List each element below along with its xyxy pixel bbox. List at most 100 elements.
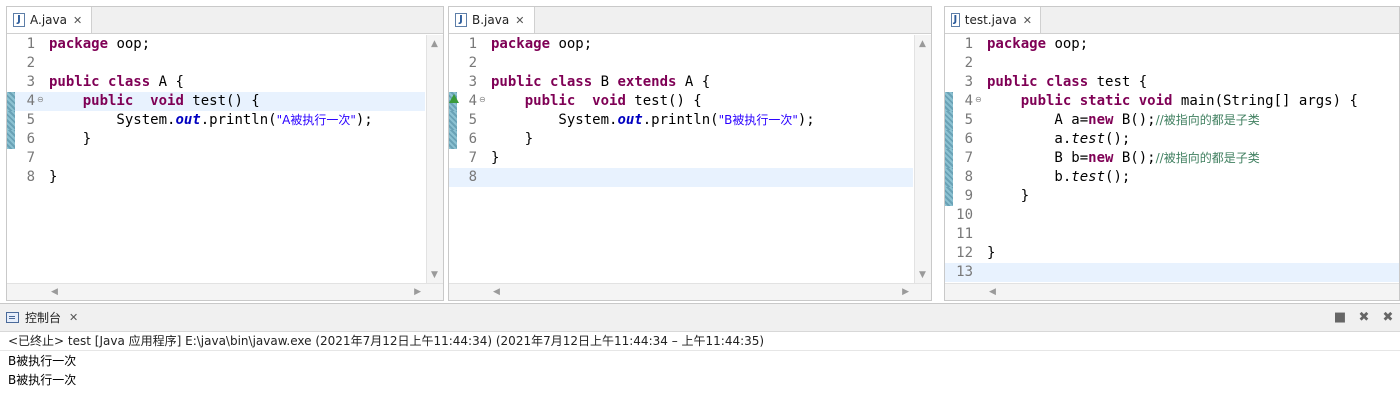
code-line-current: 4 ⊖ public void test() {: [7, 92, 425, 111]
code-area[interactable]: 1 package oop; 2 3 public class B extend…: [449, 35, 931, 284]
annotation-marker: [945, 111, 953, 130]
code-area[interactable]: 1 package oop; 2 3 public class A { 4 ⊖ p…: [7, 35, 443, 284]
code-area[interactable]: 1 package oop; 2 3 public class test { 4…: [945, 35, 1399, 284]
remove-launch-icon[interactable]: ✖: [1352, 310, 1376, 325]
editor-a-java: J A.java ✕ 1 package oop; 2 3 public cla…: [6, 6, 444, 301]
scroll-up-icon[interactable]: ▲: [431, 39, 438, 49]
code-line: 5 System.out.println("B被执行一次");: [449, 111, 913, 130]
console-output-line: B被执行一次: [8, 373, 77, 387]
code-text: }: [987, 188, 1030, 204]
fold-icon[interactable]: ⊖: [975, 95, 982, 104]
editor-test-java: J test.java ✕ 1 package oop; 2 3 public …: [944, 6, 1400, 301]
code-line: 6 }: [7, 130, 425, 149]
tab-test-java[interactable]: J test.java ✕: [945, 7, 1041, 33]
tab-label: test.java: [964, 13, 1017, 27]
annotation-marker: [7, 130, 15, 149]
code-line-current: 8: [449, 168, 913, 187]
code-line: 6 }: [449, 130, 913, 149]
close-icon[interactable]: ✕: [515, 14, 524, 27]
code-line-current: 13: [945, 263, 1399, 282]
annotation-marker: [7, 92, 15, 111]
fold-icon[interactable]: ⊖: [37, 95, 44, 104]
annotation-marker: [449, 111, 457, 130]
code-line: 4 ⊖ public static void main(String[] args…: [945, 92, 1381, 111]
code-text: A a=new B();//被指向的都是子类: [987, 112, 1260, 128]
code-text: package oop;: [49, 36, 151, 52]
divider: [0, 350, 1400, 351]
code-text: public class A {: [49, 74, 184, 90]
close-icon[interactable]: ✕: [69, 311, 78, 324]
code-line: 6 a.test();: [945, 130, 1381, 149]
console-tab-bar: 控制台 ✕ ■ ✖ ✖: [0, 304, 1400, 332]
close-icon[interactable]: ✕: [1023, 14, 1032, 27]
code-text: }: [491, 150, 500, 166]
editor-tab-bar: J test.java ✕: [945, 7, 1399, 34]
scroll-right-icon[interactable]: ▶: [414, 287, 421, 297]
vertical-scrollbar[interactable]: ▲ ▼: [914, 35, 931, 284]
horizontal-scrollbar[interactable]: ◀ ▶: [449, 283, 931, 300]
remove-all-icon[interactable]: ✖: [1376, 310, 1400, 325]
code-line: 3 public class B extends A {: [468, 74, 711, 90]
code-line: 12 }: [956, 245, 996, 261]
code-line: 3 public class A {: [26, 74, 184, 90]
code-line: 7 B b=new B();//被指向的都是子类: [945, 149, 1381, 168]
annotation-marker: [449, 130, 457, 149]
console-status: <已终止> test [Java 应用程序] E:\java\bin\javaw…: [8, 334, 765, 348]
code-line: 4 ⊖ public void test() {: [449, 92, 913, 111]
override-icon[interactable]: [449, 94, 459, 103]
scroll-right-icon[interactable]: ▶: [902, 287, 909, 297]
scroll-up-icon[interactable]: ▲: [919, 39, 926, 49]
code-line: 1 package oop;: [964, 36, 1089, 52]
code-text: System.out.println("A被执行一次");: [49, 112, 373, 128]
annotation-marker: [945, 168, 953, 187]
horizontal-scrollbar[interactable]: ◀ ▶: [7, 283, 443, 300]
code-text: a.test();: [987, 131, 1131, 147]
code-text: }: [987, 245, 996, 261]
annotation-marker: [945, 92, 953, 111]
code-line: 11: [956, 226, 973, 242]
code-line: 1 package oop;: [26, 36, 151, 52]
java-file-icon: J: [951, 13, 960, 27]
tab-console[interactable]: 控制台 ✕: [6, 304, 78, 331]
editor-b-java: J B.java ✕ 1 package oop; 2 3 public cla…: [448, 6, 932, 301]
scroll-left-icon[interactable]: ◀: [51, 287, 58, 297]
editor-tab-bar: J B.java ✕: [449, 7, 931, 34]
code-line: 8 }: [26, 169, 58, 185]
code-line: 3 public class test {: [964, 74, 1148, 90]
console-icon: [6, 312, 19, 323]
fold-icon[interactable]: ⊖: [479, 95, 486, 104]
code-line: 7: [26, 150, 35, 166]
annotation-marker: [945, 149, 953, 168]
tab-a-java[interactable]: J A.java ✕: [7, 7, 92, 33]
code-text: public class test {: [987, 74, 1148, 90]
code-text: package oop;: [491, 36, 593, 52]
code-text: B b=new B();//被指向的都是子类: [987, 150, 1260, 166]
code-text: }: [491, 131, 534, 147]
java-file-icon: J: [455, 13, 467, 27]
code-line: 2: [26, 55, 35, 71]
tab-label: A.java: [30, 13, 67, 27]
console-view: 控制台 ✕ ■ ✖ ✖ <已终止> test [Java 应用程序] E:\ja…: [0, 303, 1400, 405]
terminate-icon[interactable]: ■: [1328, 310, 1352, 325]
code-line: 10: [956, 207, 973, 223]
annotation-marker: [945, 130, 953, 149]
code-line: 1 package oop;: [468, 36, 593, 52]
scroll-left-icon[interactable]: ◀: [493, 287, 500, 297]
scroll-left-icon[interactable]: ◀: [989, 287, 996, 297]
vertical-scrollbar[interactable]: ▲ ▼: [426, 35, 443, 284]
close-icon[interactable]: ✕: [73, 14, 82, 27]
console-tab-label: 控制台: [25, 311, 62, 325]
tab-b-java[interactable]: J B.java ✕: [449, 7, 535, 33]
scroll-down-icon[interactable]: ▼: [919, 270, 926, 280]
code-line: 5 System.out.println("A被执行一次");: [7, 111, 425, 130]
editor-tab-bar: J A.java ✕: [7, 7, 443, 34]
code-text: public class B extends A {: [491, 74, 711, 90]
code-line: 9 }: [945, 187, 1381, 206]
code-line: 8 b.test();: [945, 168, 1381, 187]
tab-label: B.java: [472, 13, 510, 27]
scroll-down-icon[interactable]: ▼: [431, 270, 438, 280]
console-toolbar: ■ ✖ ✖: [1328, 304, 1400, 331]
annotation-marker: [945, 187, 953, 206]
horizontal-scrollbar[interactable]: ◀: [945, 283, 1399, 300]
code-line: 2: [964, 55, 973, 71]
